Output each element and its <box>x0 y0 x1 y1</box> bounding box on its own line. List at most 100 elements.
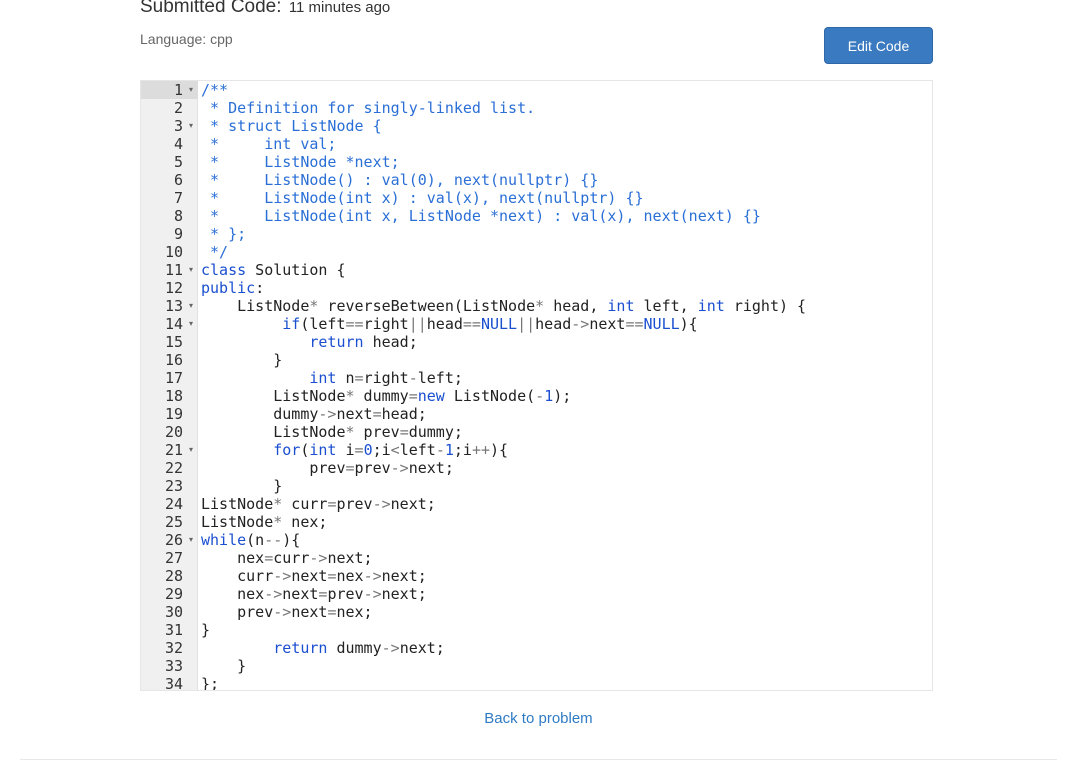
code-keyword: public <box>201 279 256 297</box>
code-text: ListNode <box>201 297 310 315</box>
code-text: ListNode( <box>444 387 536 405</box>
code-content: * ListNode *next; <box>201 153 400 171</box>
line-number: 27 <box>164 549 183 567</box>
code-line[interactable]: 18 ListNode* dummy=new ListNode(-1); <box>141 387 932 405</box>
line-number: 12 <box>164 279 183 297</box>
code-line[interactable]: 2 * Definition for singly-linked list. <box>141 99 932 117</box>
code-line[interactable]: 34}; <box>141 675 932 690</box>
code-text: next <box>291 567 328 585</box>
line-number: 4 <box>173 135 183 153</box>
code-lines[interactable]: 1 ▾/** 2 * Definition for singly-linked li… <box>141 81 932 690</box>
code-line[interactable]: 6 * ListNode() : val(0), next(nullptr) {… <box>141 171 932 189</box>
line-number: 9 <box>173 225 183 243</box>
code-text: ListNode <box>201 387 346 405</box>
code-text: prev <box>201 603 274 621</box>
code-comment: * int val; <box>201 135 337 153</box>
code-line[interactable]: 33 } <box>141 657 932 675</box>
line-number: 22 <box>164 459 183 477</box>
page-title: Submitted Code: <box>140 0 282 17</box>
fold-toggle-icon[interactable]: ▾ <box>186 117 196 135</box>
edit-code-button[interactable]: Edit Code <box>824 27 933 64</box>
code-text: ){ <box>490 441 509 459</box>
fold-toggle-icon[interactable]: ▾ <box>186 297 196 315</box>
code-line[interactable]: 31} <box>141 621 932 639</box>
code-text: nex; <box>336 603 373 621</box>
code-editor[interactable]: 1 ▾/** 2 * Definition for singly-linked li… <box>140 80 933 691</box>
code-content: * ListNode() : val(0), next(nullptr) {} <box>201 171 598 189</box>
code-line[interactable]: 14 ▾ if(left==right||head==NULL||head->ne… <box>141 315 932 333</box>
fold-toggle-icon[interactable]: ▾ <box>186 315 196 333</box>
code-line[interactable]: 30 prev->next=nex; <box>141 603 932 621</box>
code-keyword: return <box>309 333 364 351</box>
code-line[interactable]: 11 ▾ class Solution { <box>141 261 932 279</box>
code-text: nex <box>201 549 265 567</box>
code-line[interactable]: 3 ▾ * struct ListNode { <box>141 117 932 135</box>
line-number: 31 <box>164 621 183 639</box>
code-text: next; <box>381 567 427 585</box>
code-content: * int val; <box>201 135 336 153</box>
code-content: * struct ListNode { <box>201 117 382 135</box>
fold-toggle-icon[interactable]: ▾ <box>186 261 196 279</box>
code-line[interactable]: 29 nex->next=prev->next; <box>141 585 932 603</box>
code-operator: * <box>345 387 355 405</box>
code-keyword: return <box>273 639 328 657</box>
code-line[interactable]: 13 ▾ ListNode* reverseBetween(ListNode* h… <box>141 297 932 315</box>
code-line[interactable]: 12 public: <box>141 279 932 297</box>
line-number: 30 <box>164 603 183 621</box>
code-line[interactable]: 28 curr->next=nex->next; <box>141 567 932 585</box>
code-line[interactable]: 15 return head; <box>141 333 932 351</box>
code-line[interactable]: 25 ListNode* nex; <box>141 513 932 531</box>
line-number: 24 <box>164 495 183 513</box>
code-keyword: new <box>417 387 445 405</box>
code-line[interactable]: 20 ListNode* prev=dummy; <box>141 423 932 441</box>
code-line[interactable]: 4 * int val; <box>141 135 932 153</box>
code-operator: -> <box>309 549 328 567</box>
code-comment: /** <box>201 81 229 99</box>
code-line[interactable]: 17 int n=right-left; <box>141 369 932 387</box>
code-line[interactable]: 9 * }; <box>141 225 932 243</box>
code-line[interactable]: 23 } <box>141 477 932 495</box>
code-keyword: int <box>309 441 337 459</box>
code-operator: = <box>399 423 409 441</box>
code-line[interactable]: 8 * ListNode(int x, ListNode *next) : va… <box>141 207 932 225</box>
code-line[interactable]: 26 ▾ while(n--){ <box>141 531 932 549</box>
back-to-problem-link[interactable]: Back to problem <box>484 710 592 727</box>
code-line[interactable]: 22 prev=prev->next; <box>141 459 932 477</box>
code-line[interactable]: 5 * ListNode *next; <box>141 153 932 171</box>
code-line[interactable]: 1 ▾/** <box>141 81 932 99</box>
code-line[interactable]: 10 */ <box>141 243 932 261</box>
code-operator: || <box>517 315 536 333</box>
code-text: ){ <box>679 315 698 333</box>
code-operator: -> <box>363 585 382 603</box>
code-operator: = <box>345 459 355 477</box>
code-text: head; <box>381 405 427 423</box>
code-content: } <box>201 351 282 369</box>
code-content: * }; <box>201 225 246 243</box>
code-content: }; <box>201 675 219 690</box>
fold-toggle-icon[interactable]: ▾ <box>186 81 196 99</box>
code-text: } <box>201 657 247 675</box>
code-content: } <box>201 657 246 675</box>
code-text: prev <box>201 459 346 477</box>
fold-toggle-icon[interactable]: ▾ <box>186 441 196 459</box>
code-text: } <box>201 621 211 639</box>
code-text: next; <box>390 495 436 513</box>
code-line[interactable]: 21 ▾ for(int i=0;i<left-1;i++){ <box>141 441 932 459</box>
code-line[interactable]: 32 return dummy->next; <box>141 639 932 657</box>
code-line[interactable]: 24 ListNode* curr=prev->next; <box>141 495 932 513</box>
code-line[interactable]: 16 } <box>141 351 932 369</box>
code-operator: - <box>535 387 545 405</box>
code-operator: = <box>354 441 364 459</box>
code-operator: || <box>408 315 427 333</box>
code-line[interactable]: 7 * ListNode(int x) : val(x), next(nullp… <box>141 189 932 207</box>
code-line[interactable]: 19 dummy->next=head; <box>141 405 932 423</box>
line-number: 25 <box>164 513 183 531</box>
code-line[interactable]: 27 nex=curr->next; <box>141 549 932 567</box>
fold-toggle-icon[interactable]: ▾ <box>186 531 196 549</box>
code-text: next <box>589 315 626 333</box>
code-text: dummy <box>201 405 319 423</box>
code-operator: = <box>354 369 364 387</box>
code-comment: * struct ListNode { <box>201 117 382 135</box>
